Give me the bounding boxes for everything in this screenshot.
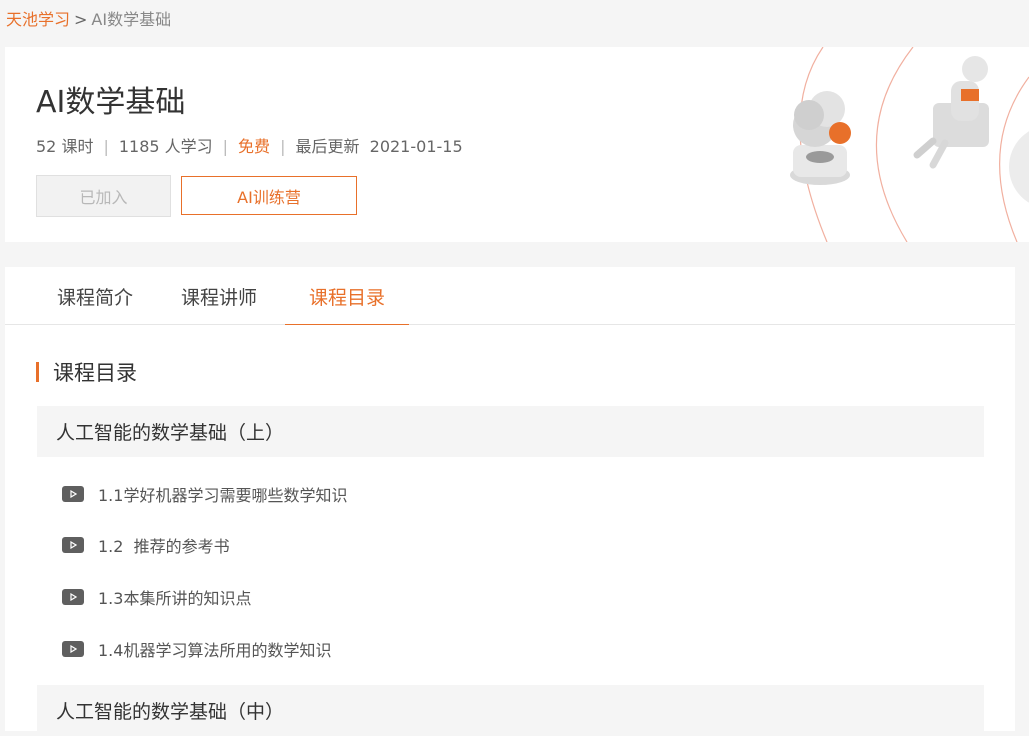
catalog-heading-text: 课程目录 [53, 361, 137, 385]
chapter-header[interactable]: 人工智能的数学基础（上） [37, 406, 984, 457]
tab-instructor[interactable]: 课程讲师 [181, 267, 257, 325]
lesson-item[interactable]: 1.4机器学习算法所用的数学知识 [62, 637, 331, 661]
learner-count: 1185 人学习 [118, 137, 213, 156]
tab-bar: 课程简介 课程讲师 课程目录 [5, 267, 1015, 326]
meta-divider: | [222, 137, 229, 156]
breadcrumb-home-link[interactable]: 天池学习 [6, 10, 70, 29]
video-play-icon [62, 641, 84, 657]
lesson-title: 1.1学好机器学习需要哪些数学知识 [98, 486, 348, 505]
tab-catalog[interactable]: 课程目录 [285, 267, 409, 326]
meta-divider: | [280, 137, 286, 156]
lesson-title: 1.3本集所讲的知识点 [98, 589, 252, 608]
meta-divider: | [103, 137, 109, 156]
robot-head-icon [790, 91, 851, 185]
robot-figure-icon [913, 56, 989, 169]
updated-label: 最后更新 [295, 137, 360, 156]
course-header: AI数学基础 52 课时 | 1185 人学习 | 免费 | 最后更新 2021-01-15… [5, 47, 1029, 242]
breadcrumb: 天池学习 > AI数学基础 [6, 6, 171, 30]
hero-illustration [790, 47, 1029, 242]
course-meta: 52 课时 | 1185 人学习 | 免费 | 最后更新 2021-01-15 [36, 133, 463, 157]
lesson-item[interactable]: 1.1学好机器学习需要哪些数学知识 [62, 482, 347, 506]
lesson-title: 1.2 推荐的参考书 [98, 537, 230, 556]
heading-accent-bar [36, 362, 39, 382]
lesson-item[interactable]: 1.2 推荐的参考书 [62, 533, 230, 557]
joined-button: 已加入 [36, 175, 171, 217]
tab-intro[interactable]: 课程简介 [57, 267, 133, 325]
catalog-panel: 课程目录 人工智能的数学基础（上） 1.1学好机器学习需要哪些数学知识 1.2 … [5, 325, 1015, 736]
video-play-icon [62, 589, 84, 605]
breadcrumb-separator: > [74, 10, 88, 29]
ai-camp-button[interactable]: AI训练营 [181, 176, 357, 215]
video-play-icon [62, 537, 84, 553]
lesson-item[interactable]: 1.3本集所讲的知识点 [62, 585, 251, 609]
price-badge: 免费 [238, 137, 271, 156]
lesson-title: 1.4机器学习算法所用的数学知识 [98, 641, 332, 660]
breadcrumb-current: AI数学基础 [91, 10, 172, 29]
updated-date: 2021-01-15 [369, 137, 463, 156]
catalog-heading: 课程目录 [36, 357, 137, 387]
lessons-count: 52 课时 [36, 137, 94, 156]
course-title: AI数学基础 [36, 85, 186, 120]
video-play-icon [62, 486, 84, 502]
chapter-header[interactable]: 人工智能的数学基础（中） [37, 685, 984, 736]
